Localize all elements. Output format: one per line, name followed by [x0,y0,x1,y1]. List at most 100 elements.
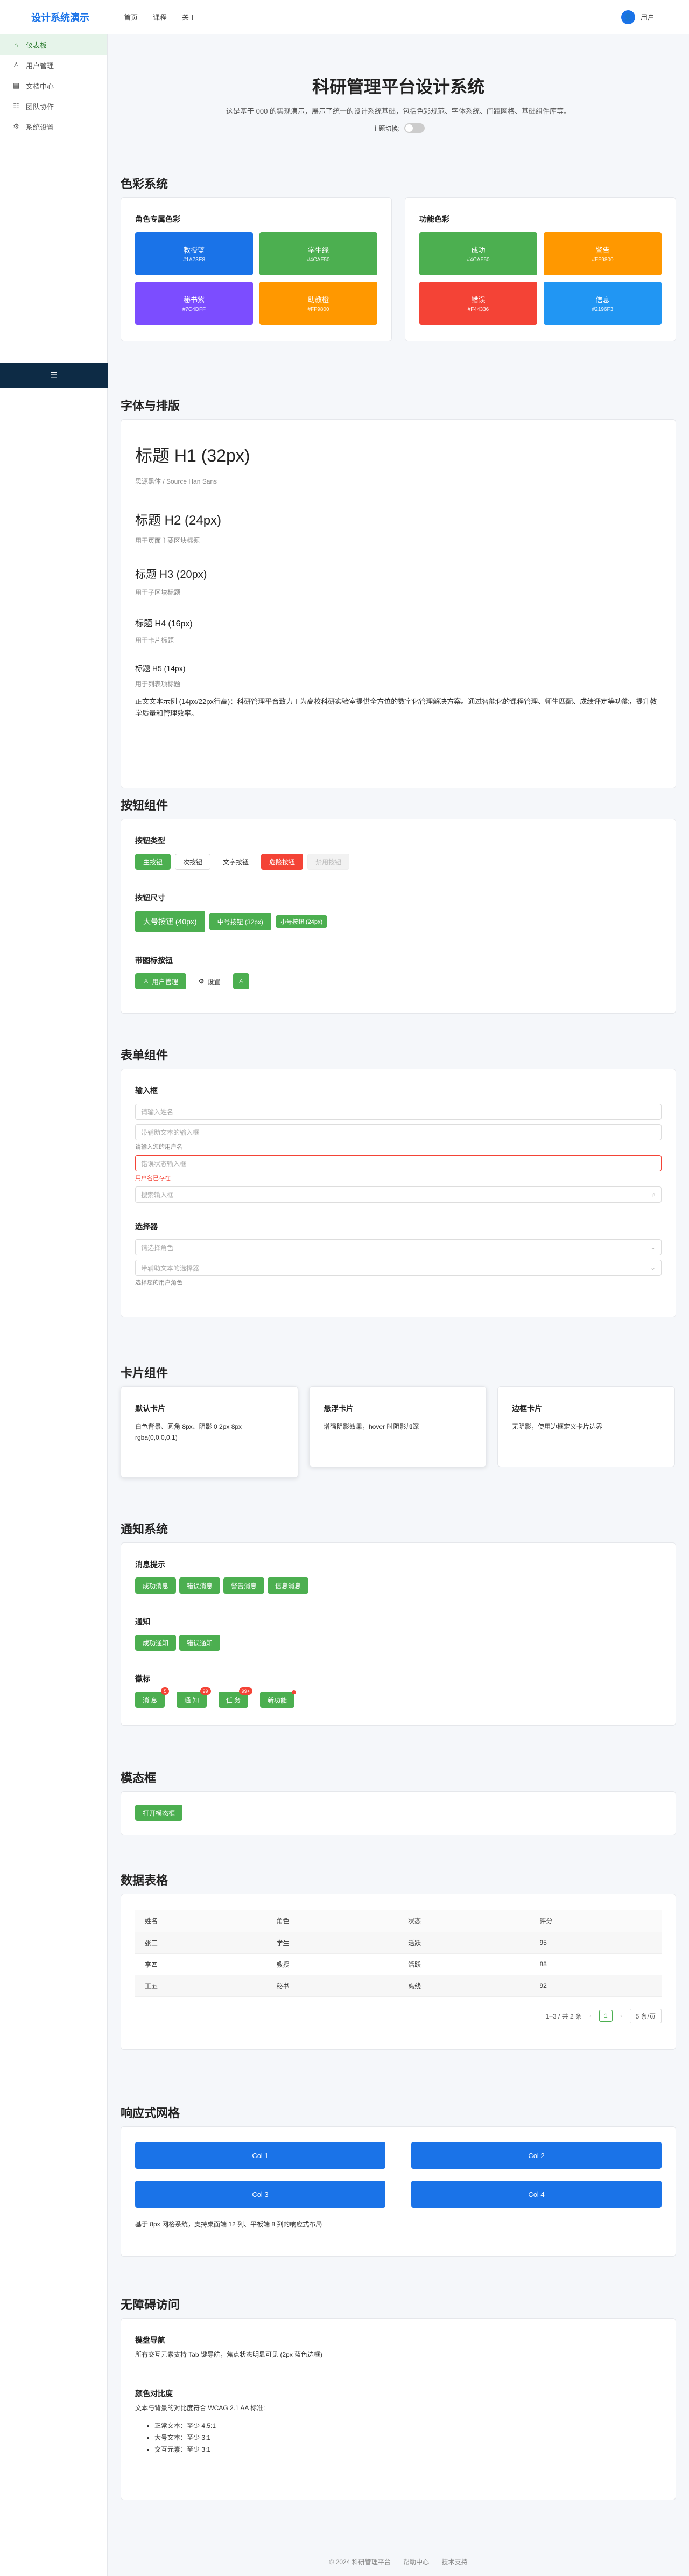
column-header[interactable]: 状态 [398,1910,530,1932]
task-badge-button[interactable]: 任 务 99+ [218,1687,253,1708]
h1-note: 思源黑体 / Source Han Sans [135,478,217,485]
user-management-button[interactable]: ♙ 用户管理 [135,973,186,989]
select-placeholder: 带辅助文本的选择器 [141,1264,200,1272]
nav-courses[interactable]: 课程 [147,9,172,25]
section-title: 模态框 [121,1771,157,1785]
nav-home[interactable]: 首页 [118,9,143,25]
help-center-link[interactable]: 帮助中心 [403,2558,429,2566]
sidebar-item-dashboard[interactable]: ⌂ 仪表板 [0,34,107,55]
notification-badge-button[interactable]: 通 知 99 [177,1687,211,1708]
button-label: 任 务 [226,1696,241,1704]
table-row[interactable]: 李四 教授 活跃 88 [135,1953,662,1975]
h1-sample: 标题 H1 (32px) [135,446,250,465]
danger-button[interactable]: 危险按钮 [261,854,304,870]
nav-about[interactable]: 关于 [177,9,201,25]
footer: © 2024 科研管理平台 帮助中心 技术支持 [108,2557,689,2566]
sidebar-item-team[interactable]: ☷ 团队协作 [0,96,107,116]
helper-input[interactable]: 带辅助文本的输入框 [135,1124,662,1140]
card-text: 增强阴影效果，hover 时阴影加深 [324,1423,419,1430]
sidebar-collapse-button[interactable]: ☰ [0,363,108,388]
user-name: 用户 [640,13,655,22]
grid-column: Col 2 [411,2142,662,2169]
sidebar-item-docs[interactable]: ▤ 文档中心 [0,75,107,96]
new-feature-badge-button[interactable]: 新功能 [260,1690,297,1708]
accessibility-card: 键盘导航 所有交互元素支持 Tab 键导航，焦点状态明显可见 (2px 蓝色边框… [121,2318,676,2500]
subsection-title: 输入框 [135,1086,158,1095]
button-card: 按钮类型 主按钮 次按钮 文字按钮 危险按钮 禁用按钮 按钮尺寸 大号按钮 (4… [121,819,676,1014]
color-section: 色彩系统 角色专属色彩 教授蓝 #1A73E8 学生绿 #4CAF50 秘书紫 #7C… [121,174,676,341]
settings-button[interactable]: ⚙ 设置 [190,973,229,989]
swatch-name: 错误 [471,296,486,304]
table-card: 姓名 角色 状态 评分 张三 学生 活跃 95 李四 教授 活跃 88 王五 秘书 离线 92 1–3 … [121,1894,676,2050]
text-button[interactable]: 文字按钮 [215,854,257,870]
error-message-button[interactable]: 错误消息 [179,1577,221,1594]
button-section: 按钮组件 按钮类型 主按钮 次按钮 文字按钮 危险按钮 禁用按钮 按钮尺寸 大号… [121,796,676,1014]
primary-button[interactable]: 主按钮 [135,854,171,870]
user-avatar-icon: 👤 [621,10,635,24]
theme-switch[interactable] [404,123,425,133]
user-menu[interactable]: 👤 用户 [621,10,655,24]
table-header-row: 姓名 角色 状态 评分 [135,1910,662,1932]
tech-support-link[interactable]: 技术支持 [441,2558,467,2566]
column-header[interactable]: 评分 [530,1910,662,1932]
hover-card[interactable]: 悬浮卡片 增强阴影效果，hover 时阴影加深 [309,1386,487,1467]
table-row[interactable]: 王五 秘书 离线 92 [135,1975,662,1997]
table-row[interactable]: 张三 学生 活跃 95 [135,1932,662,1954]
dot-badge [292,1690,297,1694]
error-notification-button[interactable]: 错误通知 [179,1635,221,1651]
select-hint: 选择您的用户角色 [135,1280,182,1286]
card-section: 卡片组件 默认卡片 白色背景、圆角 8px、阴影 0 2px 8px rgba(0… [121,1364,676,1478]
next-page-button[interactable]: › [620,2012,622,2020]
section-title: 无障碍访问 [121,2298,180,2312]
input-error-message: 用户名已存在 [135,1175,171,1182]
secondary-button[interactable]: 次按钮 [175,854,211,870]
large-button[interactable]: 大号按钮 (40px) [135,911,205,932]
copyright: © 2024 科研管理平台 [329,2558,391,2566]
form-section: 表单组件 输入框 请输入姓名 带辅助文本的输入框 请输入您的用户名 错误状态输入… [121,1046,676,1317]
page-title: 科研管理平台设计系统 [312,77,484,96]
search-input[interactable]: 搜索输入框 ⌕ [135,1186,662,1203]
function-color-card: 功能色彩 成功 #4CAF50 警告 #FF9800 错误 #F44336 信息 #21… [405,197,676,341]
sidebar-item-users[interactable]: ♙ 用户管理 [0,55,107,75]
typography-section: 字体与排版 标题 H1 (32px) 思源黑体 / Source Han San… [121,396,676,788]
helper-select[interactable]: 带辅助文本的选择器 ⌄ [135,1260,662,1276]
column-header[interactable]: 角色 [266,1910,398,1932]
message-badge-button[interactable]: 消 息5 [135,1687,170,1708]
page-size-select[interactable]: 5 条/页 [629,2008,662,2023]
small-button[interactable]: 小号按钮 (24px) [275,915,328,928]
subsection-title: 选择器 [135,1222,158,1231]
top-nav: 首页 课程 关于 [118,9,201,25]
success-notification-button[interactable]: 成功通知 [135,1635,177,1651]
user-icon: ♙ [238,978,244,985]
column-header[interactable]: 姓名 [135,1910,267,1932]
subsection-title: 颜色对比度 [135,2389,173,2398]
error-input[interactable]: 错误状态输入框 [135,1155,662,1171]
sidebar-item-settings[interactable]: ⚙ 系统设置 [0,116,107,137]
button-label: 设置 [207,978,221,986]
list-item: 大号文本：至少 3:1 [154,2432,662,2444]
swatch: 警告 #FF9800 [544,232,662,275]
medium-button[interactable]: 中号按钮 (32px) [209,913,271,930]
success-message-button[interactable]: 成功消息 [135,1577,177,1594]
info-message-button[interactable]: 信息消息 [268,1577,309,1594]
menu-icon: ☰ [50,371,58,380]
team-icon: ☷ [13,102,19,110]
prev-page-button[interactable]: ‹ [589,2012,592,2020]
table-cell: 活跃 [398,1953,530,1975]
pagination: 1–3 / 共 2 条 ‹ 1 › 5 条/页 [135,2008,662,2023]
page-description: 这是基于 000 的实现演示，展示了统一的设计系统基础，包括色彩规范、字体系统、… [226,107,571,115]
open-modal-button[interactable]: 打开模态框 [135,1805,183,1821]
role-select[interactable]: 请选择角色 ⌄ [135,1239,662,1255]
swatch-name: 警告 [595,246,610,254]
page-number-button[interactable]: 1 [599,2010,613,2022]
table-cell: 张三 [135,1932,267,1954]
name-input[interactable]: 请输入姓名 [135,1104,662,1120]
warning-message-button[interactable]: 警告消息 [223,1577,265,1594]
grid-section: 响应式网格 Col 1 Col 2 Col 3 Col 4 基于 8px 网格系… [121,2104,676,2257]
swatch: 教授蓝 #1A73E8 [135,232,253,275]
swatch-name: 秘书紫 [183,296,205,304]
brand-logo[interactable]: 设计系统演示 [13,10,108,24]
table-cell: 活跃 [398,1932,530,1954]
table-cell: 88 [530,1953,662,1975]
icon-only-user-button[interactable]: ♙ [233,973,250,989]
